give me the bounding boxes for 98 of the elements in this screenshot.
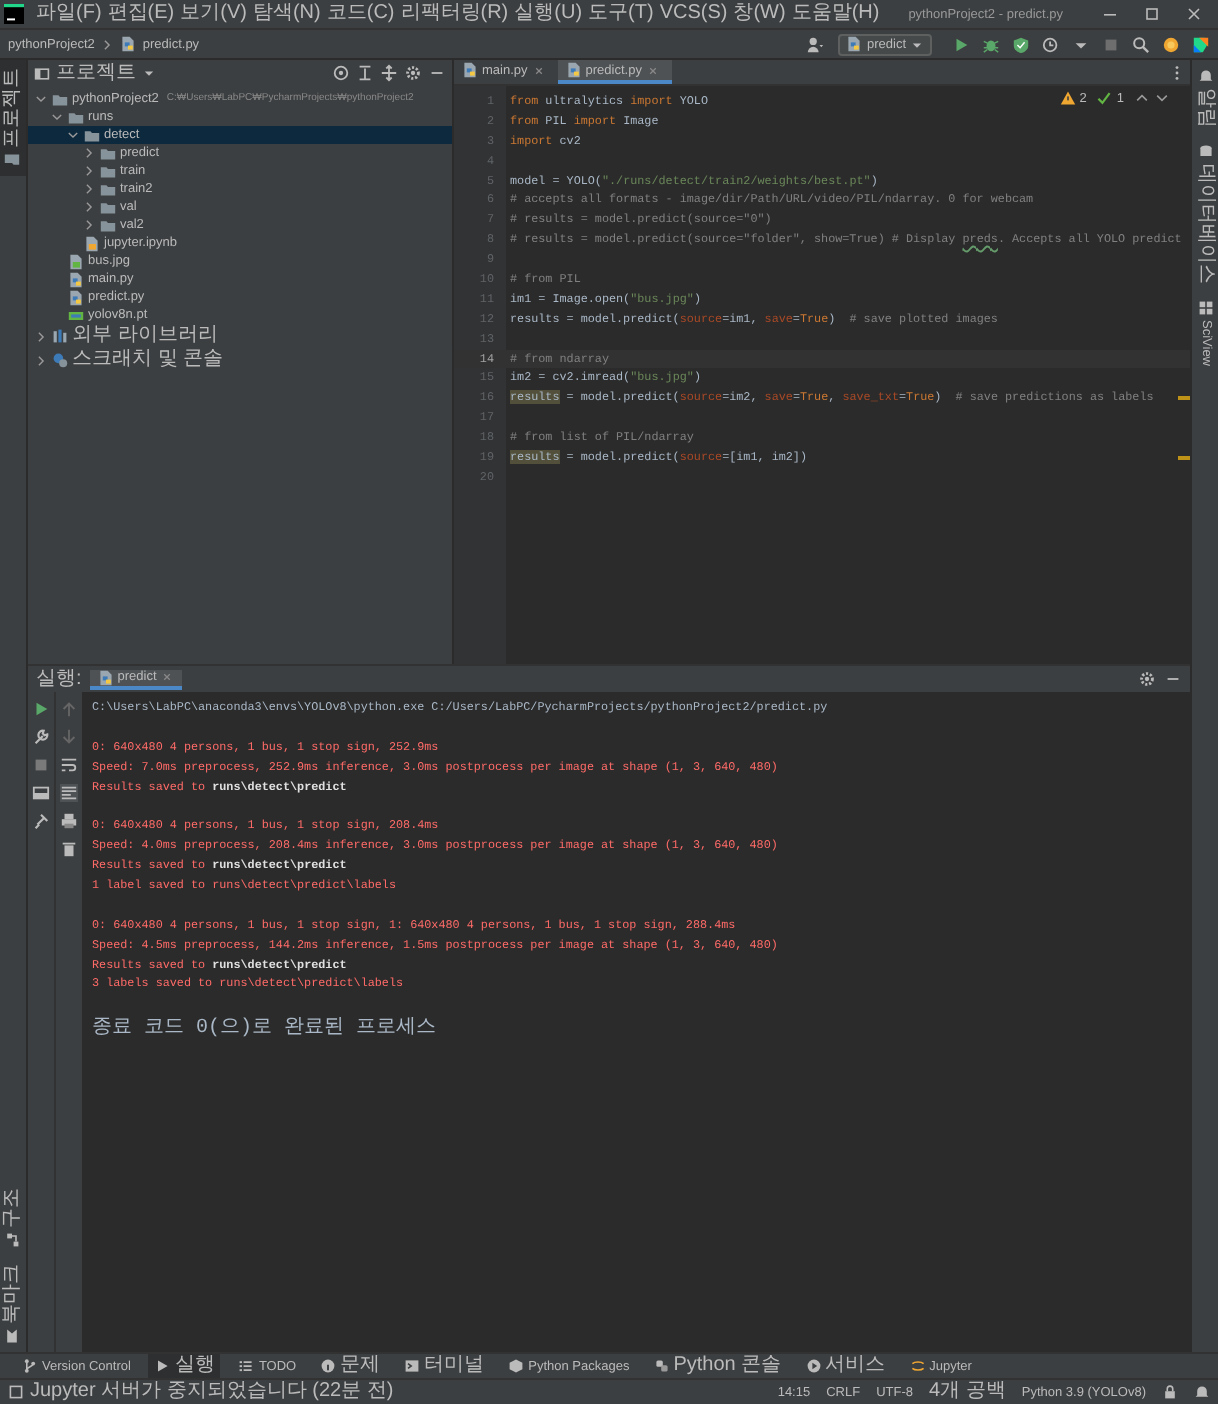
branch-icon <box>22 1358 38 1374</box>
clock-icon[interactable] <box>1042 35 1060 53</box>
tool-window-tab[interactable]: 터미널 <box>398 1354 491 1378</box>
tool-window-tab[interactable]: 서비스 <box>799 1354 892 1378</box>
jupyter-icon <box>909 1358 926 1374</box>
chevron-right-icon[interactable] <box>82 182 96 196</box>
chevron-down-icon[interactable] <box>66 128 80 142</box>
menu-item[interactable]: 실행(U) <box>512 2 585 26</box>
library-icon <box>52 328 68 344</box>
trash-icon[interactable] <box>60 840 78 858</box>
settings-icon[interactable] <box>404 64 422 82</box>
chevron-right-icon[interactable] <box>82 164 96 178</box>
menu-item[interactable]: 창(W) <box>731 2 788 26</box>
grid-icon <box>1197 300 1213 316</box>
check-icon[interactable] <box>1096 90 1113 106</box>
tool-window-tab[interactable]: 실행 <box>148 1354 221 1378</box>
warning-stripe-mark[interactable] <box>1178 455 1190 460</box>
bell-icon <box>1197 68 1213 84</box>
tool-window-button[interactable]: 알림 <box>1192 60 1218 136</box>
status-message: Jupyter 서버가 중지되었습니다 (22분 전) <box>30 1380 394 1404</box>
folder-icon <box>5 152 21 168</box>
chevron-down-icon[interactable] <box>1154 90 1170 106</box>
maximize-icon[interactable] <box>1142 4 1162 24</box>
image-file-icon <box>68 253 84 269</box>
debug-icon[interactable] <box>982 35 1000 53</box>
python-file-icon <box>97 669 114 685</box>
update-icon[interactable] <box>1162 35 1180 53</box>
stop-icon[interactable] <box>32 756 50 774</box>
panel-title[interactable]: 프로젝트 <box>56 61 136 85</box>
run-icon <box>154 1358 171 1374</box>
bookmark-icon <box>5 1328 21 1344</box>
chevron-down-icon[interactable] <box>34 92 48 106</box>
console-icon <box>653 1358 670 1374</box>
tool-window-button[interactable]: 구조 <box>0 1180 26 1256</box>
chevron-right-icon[interactable] <box>34 329 48 343</box>
panel-toggle-icon[interactable] <box>8 1384 24 1400</box>
menu-item[interactable]: 도움말(H) <box>789 2 882 26</box>
python-file-icon <box>462 62 478 78</box>
tool-window-button[interactable]: 북마크 <box>0 1256 26 1352</box>
close-icon[interactable] <box>1184 4 1204 24</box>
menu-item[interactable]: 편집(E) <box>105 2 177 26</box>
lock-icon[interactable] <box>1162 1384 1178 1400</box>
tool-window-tab[interactable]: 문제 <box>314 1354 387 1378</box>
chevron-right-icon[interactable] <box>82 200 96 214</box>
pin-icon[interactable] <box>32 812 50 830</box>
expand-all-icon[interactable] <box>380 64 398 82</box>
soft-wrap-icon[interactable] <box>60 756 78 774</box>
wrench-icon[interactable] <box>32 728 50 746</box>
settings-icon[interactable] <box>1138 670 1156 688</box>
menu-item[interactable]: 리팩터링(R) <box>398 2 511 26</box>
menu-item[interactable]: VCS(S) <box>657 2 730 26</box>
printer-icon[interactable] <box>60 812 78 830</box>
chevron-right-icon[interactable] <box>34 353 48 367</box>
chevron-up-icon[interactable] <box>1134 90 1150 106</box>
menu-item[interactable]: 탐색(N) <box>250 2 323 26</box>
target-icon[interactable] <box>332 64 350 82</box>
collapse-all-icon[interactable] <box>356 64 374 82</box>
model-file-icon <box>68 307 84 323</box>
menu-item[interactable]: 보기(V) <box>178 2 249 26</box>
app-logo-icon <box>4 4 24 24</box>
list-icon <box>238 1358 255 1374</box>
status-item[interactable]: 4개 공백 <box>929 1380 1006 1404</box>
python-file-icon <box>120 36 137 52</box>
user-icon[interactable] <box>806 35 825 53</box>
shield-icon[interactable] <box>1012 35 1030 53</box>
chevron-right-icon[interactable] <box>82 146 96 160</box>
caret-icon[interactable] <box>142 66 156 80</box>
python-file-icon <box>846 36 863 52</box>
notification-icon[interactable] <box>1194 1384 1210 1400</box>
warning-icon[interactable] <box>1059 90 1076 106</box>
tool-window-tab[interactable]: Python 콘솔 <box>647 1354 788 1378</box>
python-file-icon <box>565 62 582 78</box>
panel-icon <box>34 65 50 81</box>
close-icon[interactable] <box>531 63 546 77</box>
run-icon[interactable] <box>952 35 970 53</box>
search-icon[interactable] <box>1132 35 1150 53</box>
scratch-icon <box>52 352 68 368</box>
database-icon <box>1197 144 1213 160</box>
menu-item[interactable]: 코드(C) <box>324 2 397 26</box>
menu-item[interactable]: 파일(F) <box>34 2 104 26</box>
logo-icon[interactable] <box>1192 35 1210 53</box>
menu-item[interactable]: 도구(T) <box>586 2 656 26</box>
package-icon <box>508 1358 525 1374</box>
chevron-right-icon[interactable] <box>82 218 96 232</box>
layout-icon[interactable] <box>32 784 50 802</box>
tree-item[interactable]: 외부 라이브러리 <box>28 324 452 348</box>
warning-stripe-mark[interactable] <box>1178 396 1190 401</box>
structure-icon <box>5 1232 21 1248</box>
notebook-file-icon <box>84 235 100 251</box>
run-panel-label: 실행: <box>36 667 82 691</box>
rerun-icon[interactable] <box>32 700 50 718</box>
chevron-down-icon[interactable] <box>50 110 64 124</box>
breadcrumb-separator-icon <box>100 37 115 51</box>
tool-window-button[interactable]: 프로젝트 <box>0 60 26 176</box>
scroll-to-end-icon[interactable] <box>60 784 78 802</box>
console-line: 종료 코드 0(으)로 완료된 프로세스 <box>92 1018 439 1043</box>
tool-window-button[interactable]: 데이터베이스 <box>1192 136 1218 292</box>
tree-item[interactable]: 스크래치 및 콘솔 <box>28 348 452 372</box>
